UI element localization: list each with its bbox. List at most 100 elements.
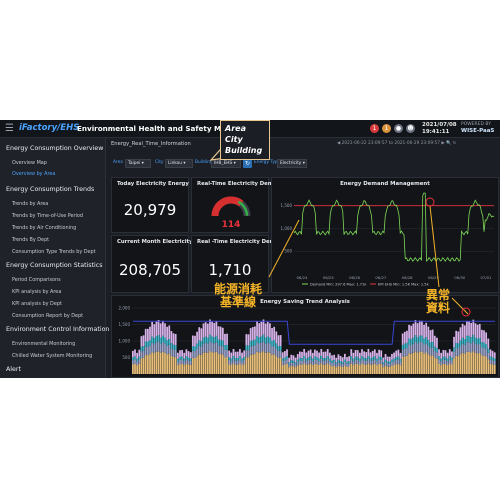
trend-bar bbox=[481, 347, 483, 356]
trend-bar bbox=[384, 365, 387, 374]
trend-bar bbox=[157, 335, 160, 342]
trend-bar bbox=[346, 363, 348, 367]
trend-bar bbox=[292, 355, 295, 361]
trend-bar bbox=[138, 359, 141, 364]
trend-bar bbox=[376, 358, 378, 362]
trend-bar bbox=[376, 352, 378, 359]
sidebar-item-kpi-dept[interactable]: KPI analysis by Dept bbox=[12, 301, 62, 307]
trend-bar bbox=[234, 360, 237, 365]
trend-bar bbox=[226, 333, 228, 345]
trend-bar bbox=[328, 365, 331, 374]
trend-bar bbox=[356, 356, 359, 360]
trend-bar bbox=[442, 363, 445, 374]
sidebar-item-type-trends-dept[interactable]: Consumption Type Trends by Dept bbox=[12, 249, 96, 255]
date-range-picker[interactable]: ◀ 2021-06-22 23:09:57 to 2021-06-29 23:0… bbox=[337, 141, 456, 146]
trend-bar bbox=[448, 349, 451, 357]
sidebar-item-period-comparisons[interactable]: Period Comparisons bbox=[12, 277, 61, 283]
trend-bar bbox=[328, 358, 331, 362]
trend-bar bbox=[397, 363, 400, 374]
trend-bar bbox=[134, 363, 136, 374]
trend-bar bbox=[478, 352, 481, 374]
sidebar-item-trends-area[interactable]: Trends by Area bbox=[12, 201, 48, 207]
trend-bar bbox=[301, 360, 303, 365]
trend-bar bbox=[391, 359, 393, 362]
trend-bar bbox=[234, 351, 237, 358]
trend-bar bbox=[421, 320, 423, 336]
sidebar-item-trends-dept[interactable]: Trends By Dept bbox=[12, 237, 49, 243]
trend-bar bbox=[217, 326, 220, 340]
trend-bar bbox=[249, 346, 252, 355]
trend-bar bbox=[397, 356, 400, 360]
trend-bar bbox=[489, 349, 492, 357]
trend-bar bbox=[196, 356, 198, 374]
trend-bar bbox=[365, 364, 368, 374]
trend-bar bbox=[423, 338, 425, 345]
sidebar-section-environment[interactable]: Environment Control Information bbox=[6, 326, 109, 333]
sidebar-section-alert[interactable]: Alert bbox=[6, 366, 21, 373]
globe-icon[interactable]: ● bbox=[394, 124, 403, 133]
trend-bar bbox=[425, 322, 428, 338]
menu-icon[interactable]: ☰ bbox=[5, 123, 14, 134]
trend-bar bbox=[322, 351, 325, 359]
sidebar-section-statistics[interactable]: Energy Consumption Statistics bbox=[6, 262, 103, 269]
trend-bar bbox=[191, 346, 194, 351]
trend-bar bbox=[159, 323, 162, 338]
trend-bar bbox=[146, 328, 149, 342]
user-icon[interactable]: ☻ bbox=[406, 124, 415, 133]
trend-bar bbox=[311, 358, 314, 362]
trend-bar bbox=[157, 351, 160, 374]
trend-bar bbox=[318, 364, 321, 374]
trend-bar bbox=[202, 323, 205, 338]
trend-bar bbox=[269, 352, 271, 374]
trend-bar bbox=[418, 351, 421, 374]
trend-bar bbox=[230, 365, 233, 374]
trend-bar bbox=[198, 340, 201, 346]
trend-bar bbox=[461, 323, 464, 338]
trend-bar bbox=[446, 361, 449, 366]
sidebar-item-trends-tou[interactable]: Trends by Time-of-Use Period bbox=[12, 213, 83, 219]
sidebar-item-env-monitoring[interactable]: Environmental Monitoring bbox=[12, 341, 75, 347]
sidebar-item-chilled-water[interactable]: Chilled Water System Monitoring bbox=[12, 353, 92, 359]
filter-area-select[interactable]: Taipei ▾ bbox=[125, 159, 151, 168]
trend-bar bbox=[236, 357, 239, 361]
alert-icon[interactable]: 1 bbox=[382, 124, 391, 133]
trend-bar bbox=[264, 352, 267, 374]
trend-bar bbox=[388, 366, 391, 374]
trend-bar bbox=[262, 341, 265, 352]
trend-bar bbox=[296, 362, 299, 366]
trend-bar bbox=[292, 366, 295, 374]
trend-bar bbox=[393, 358, 395, 362]
trend-bar bbox=[314, 349, 316, 357]
sidebar-item-trends-ac[interactable]: Trends by Air Conditioning bbox=[12, 225, 76, 231]
trend-bar bbox=[204, 322, 207, 337]
trend-bar bbox=[277, 346, 280, 351]
trend-bar bbox=[406, 355, 408, 374]
trend-bar bbox=[303, 355, 306, 359]
trend-bar bbox=[215, 321, 218, 336]
filter-city-select[interactable]: Linkou ▾ bbox=[165, 159, 193, 168]
filter-callout: Area City Building bbox=[220, 120, 270, 160]
trend-bar bbox=[309, 359, 312, 364]
trend-bar bbox=[318, 352, 321, 359]
trend-bar bbox=[232, 355, 235, 359]
trend-bar bbox=[288, 357, 291, 363]
sidebar-item-overview-by-area[interactable]: Overview by Area bbox=[12, 171, 55, 177]
sidebar-item-kpi-area[interactable]: KPI analysis by Area bbox=[12, 289, 61, 295]
trend-bar bbox=[468, 351, 470, 374]
trend-bar bbox=[371, 350, 374, 358]
sidebar-item-overview-map[interactable]: Overview Map bbox=[12, 160, 47, 166]
sidebar-section-trends[interactable]: Energy Consumption Trends bbox=[6, 186, 94, 193]
filter-building-select[interactable]: IHB_EHS ▾ bbox=[211, 159, 241, 168]
trend-bar bbox=[224, 333, 226, 346]
trend-bar bbox=[442, 349, 445, 357]
trend-bar bbox=[427, 326, 430, 340]
sidebar-item-report-dept[interactable]: Consumption Report by Dept bbox=[12, 313, 83, 319]
refresh-button[interactable]: ↻ bbox=[243, 159, 252, 168]
bell-icon[interactable]: 1 bbox=[370, 124, 379, 133]
sidebar-section-overview[interactable]: Energy Consumption Overview bbox=[6, 145, 103, 152]
trend-bar bbox=[206, 343, 209, 353]
filter-energy-select[interactable]: Electricity ▾ bbox=[277, 159, 307, 168]
trend-bar bbox=[418, 335, 421, 342]
trend-bar bbox=[384, 359, 387, 362]
trend-bar bbox=[172, 333, 175, 345]
